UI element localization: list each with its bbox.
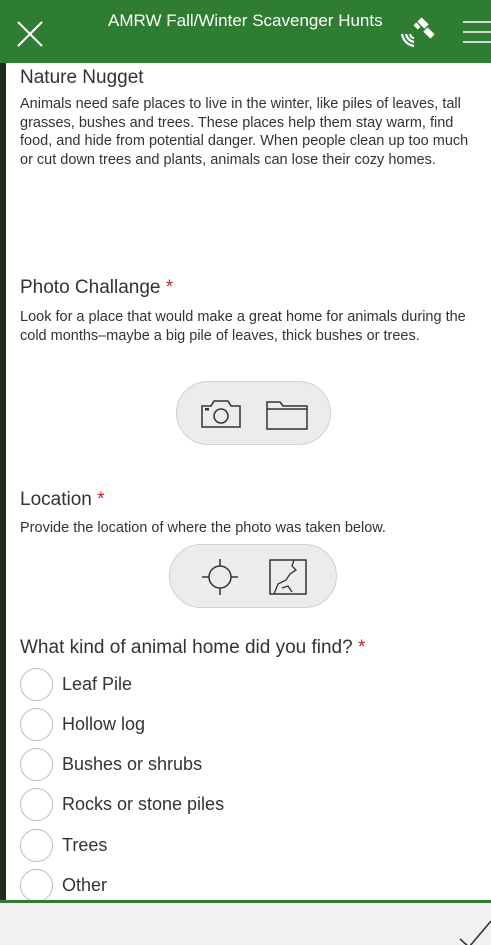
survey-form: Nature Nugget Animals need safe places t… <box>6 63 491 900</box>
location-question-label: Location <box>20 489 92 510</box>
radio-option-label: Bushes or shrubs <box>62 754 203 774</box>
close-icon[interactable] <box>12 16 48 52</box>
gps-satellite-icon[interactable] <box>396 14 438 52</box>
checkmark-icon[interactable] <box>455 915 491 945</box>
radio-button[interactable] <box>20 829 53 862</box>
radio-button[interactable] <box>20 708 53 741</box>
radio-button[interactable] <box>20 748 53 781</box>
photo-question-heading: Photo Challange * <box>20 277 173 299</box>
radio-button[interactable] <box>20 788 53 821</box>
nature-nugget-text: Animals need safe places to live in the … <box>20 96 469 168</box>
required-mark: * <box>165 277 174 298</box>
map-icon[interactable] <box>268 558 308 596</box>
radio-option-hollow-log[interactable]: Hollow log <box>20 708 420 742</box>
app-header: AMRW Fall/Winter Scavenger Hunts <box>0 0 491 63</box>
radio-option-label: Rocks or stone piles <box>62 794 225 814</box>
animal-home-question-heading: What kind of animal home did you find? * <box>20 637 365 659</box>
radio-option-rocks-or-stone-piles[interactable]: Rocks or stone piles <box>20 788 420 822</box>
radio-option-label: Trees <box>62 835 108 855</box>
radio-option-label: Hollow log <box>62 714 146 734</box>
radio-option-bushes-or-shrubs[interactable]: Bushes or shrubs <box>20 748 420 782</box>
radio-option-label: Leaf Pile <box>62 674 133 694</box>
form-footer <box>0 900 491 945</box>
photo-question-hint: Look for a place that would make a great… <box>20 309 466 344</box>
radio-option-leaf-pile[interactable]: Leaf Pile <box>20 668 420 702</box>
nature-nugget-heading: Nature Nugget <box>20 67 144 88</box>
app-title: AMRW Fall/Winter Scavenger Hunts <box>108 11 383 30</box>
hamburger-menu-icon[interactable] <box>460 14 491 48</box>
radio-button[interactable] <box>20 668 53 701</box>
radio-button[interactable] <box>20 869 53 900</box>
radio-option-other[interactable]: Other <box>20 869 420 900</box>
animal-home-question-label: What kind of animal home did you find? <box>20 637 353 658</box>
required-mark: * <box>97 489 105 510</box>
required-mark: * <box>357 637 366 658</box>
location-question-heading: Location * <box>20 489 105 511</box>
radio-option-trees[interactable]: Trees <box>20 829 420 863</box>
crosshair-icon[interactable] <box>200 557 240 597</box>
folder-icon[interactable] <box>265 398 309 432</box>
photo-question-label: Photo Challange <box>20 277 161 298</box>
radio-option-label: Other <box>62 875 108 895</box>
camera-icon[interactable] <box>199 396 243 432</box>
location-question-hint: Provide the location of where the photo … <box>20 520 386 536</box>
location-picker <box>169 544 337 608</box>
photo-picker <box>176 381 331 445</box>
